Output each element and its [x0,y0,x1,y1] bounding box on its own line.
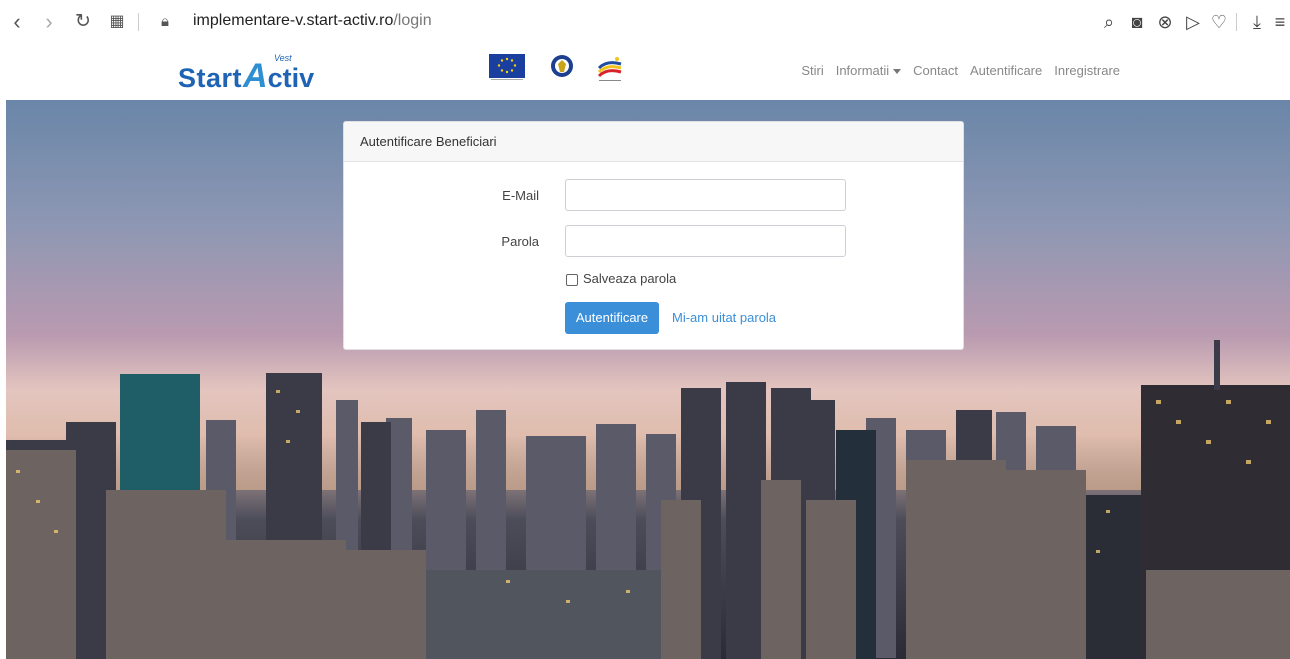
logo-text-vest: Vest [274,53,292,63]
download-icon[interactable]: ⤓ [1246,11,1268,33]
structural-instruments-logo-icon [597,57,622,81]
toolbar-divider [138,13,139,31]
reload-icon[interactable]: ↻ [72,10,94,34]
nav-contact[interactable]: Contact [913,63,958,78]
nav-informatii-label: Informatii [835,63,890,78]
menu-icon[interactable]: ≡ [1272,11,1288,33]
apps-grid-icon[interactable]: ▦ [106,10,128,34]
government-emblem-icon [551,55,573,77]
toolbar-divider [1236,13,1237,31]
search-icon[interactable]: ⌕ [1098,11,1120,33]
close-circle-icon[interactable]: ⊗ [1154,11,1176,33]
nav-informatii[interactable]: Informatii [835,63,902,78]
login-submit-button[interactable]: Autentificare [565,302,659,334]
remember-password-checkbox[interactable] [566,274,578,286]
start-activ-logo[interactable]: Start Activ Vest [178,53,314,93]
logo-text-a: A [243,57,268,95]
address-bar[interactable]: implementare-v.start-activ.ro/login [193,12,432,30]
eu-flag-icon [489,54,525,80]
caret-down-icon [893,69,902,75]
nav-inregistrare[interactable]: Inregistrare [1054,63,1120,78]
nav-stiri[interactable]: Stiri [801,63,823,78]
nav-autentificare[interactable]: Autentificare [970,63,1042,78]
main-nav: Stiri Informatii Contact Autentificare I… [801,63,1120,78]
login-card-title: Autentificare Beneficiari [344,122,963,162]
heart-icon[interactable]: ♡ [1208,11,1230,33]
site-header: Start Activ Vest Stiri Informatii Contact… [0,44,1290,100]
send-icon[interactable]: ▷ [1182,11,1204,33]
forgot-password-link[interactable]: Mi-am uitat parola [672,310,776,325]
login-card: Autentificare Beneficiari E-Mail Parola … [343,121,964,350]
logo-text-ctiv: ctiv [267,63,315,93]
lock-icon[interactable]: 🔒︎ [154,10,176,34]
url-path: /login [393,12,432,29]
browser-toolbar: ‹ › ↻ ▦ 🔒︎ implementare-v.start-activ.ro… [0,0,1290,44]
screenshot-icon[interactable]: ◙ [1126,11,1148,33]
forward-icon[interactable]: › [38,10,60,34]
back-icon[interactable]: ‹ [6,10,28,34]
password-field[interactable] [565,225,846,257]
logo-text-start: Start [178,63,243,93]
password-label: Parola [501,234,539,249]
url-host: implementare-v.start-activ.ro [193,12,394,29]
remember-password-label[interactable]: Salveaza parola [583,271,676,286]
email-field[interactable] [565,179,846,211]
email-label: E-Mail [502,188,539,203]
